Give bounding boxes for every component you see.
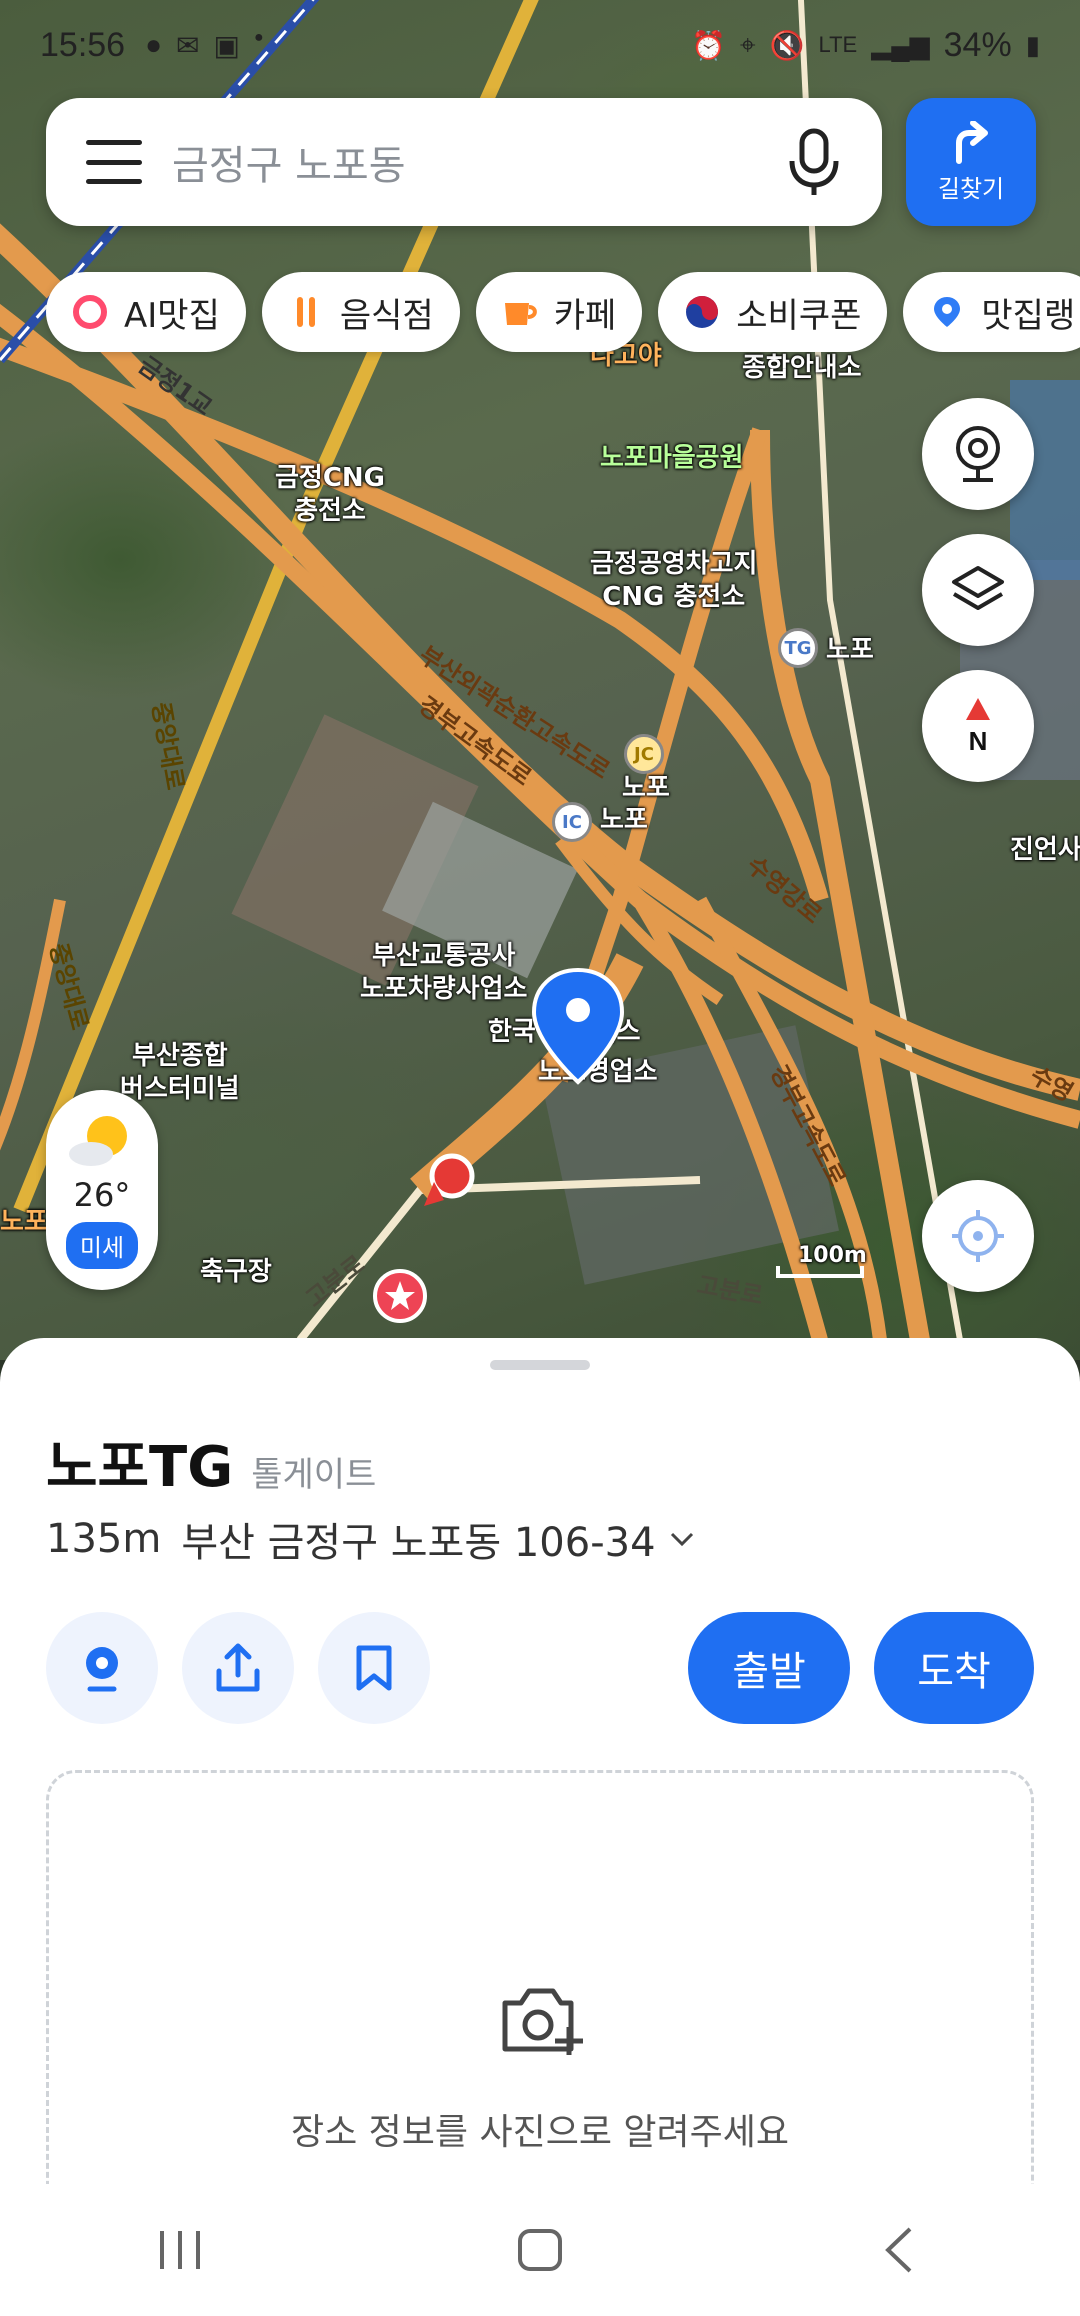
cup-icon	[500, 292, 540, 332]
map-label-nopo-left: 노포	[0, 1207, 48, 1237]
place-title: 노포TG 톨게이트	[46, 1422, 376, 1503]
map-label-info-center: 종합안내소	[742, 353, 862, 383]
place-address-row[interactable]: 135m 부산 금정구 노포동 106-34	[46, 1510, 696, 1568]
favorite-star-icon[interactable]	[372, 1268, 428, 1324]
mute-icon: 🔇	[769, 29, 805, 61]
weather-widget[interactable]: 26° 미세	[46, 1090, 158, 1290]
current-location-icon	[424, 1153, 475, 1206]
map-pin-icon	[927, 292, 967, 332]
back-icon[interactable]	[870, 2225, 930, 2275]
interchange-badge[interactable]: IC	[552, 802, 592, 842]
chip-ai-restaurant[interactable]: AI맛집	[46, 272, 246, 352]
status-bar: 15:56 ● ✉ ▣ ● ⏰ ⌖ 🔇 LTE ▂▄▆ 34% ▮	[0, 0, 1080, 90]
fine-dust-badge: 미세	[65, 1222, 139, 1269]
weather-temp: 26°	[73, 1176, 131, 1214]
toll-gate-badge[interactable]: TG	[778, 628, 818, 668]
sun-cloud-icon	[69, 1116, 127, 1166]
directions-button[interactable]: 길찾기	[906, 98, 1036, 226]
fork-spoon-icon	[286, 292, 326, 332]
sheet-drag-handle[interactable]	[490, 1360, 590, 1370]
chip-coupon[interactable]: 소비쿠폰	[658, 272, 888, 352]
chip-label: 소비쿠폰	[736, 295, 862, 336]
share-icon	[216, 1643, 260, 1692]
mail-icon: ✉	[176, 29, 200, 61]
cctv-icon	[956, 426, 1000, 482]
system-nav-bar	[0, 2184, 1080, 2316]
chip-label: 카페	[553, 295, 617, 336]
menu-icon[interactable]	[86, 140, 142, 184]
map-label-terminal: 부산종합 버스터미널	[120, 1041, 240, 1104]
status-time: 15:56	[40, 25, 126, 64]
chip-cafe[interactable]: 카페	[475, 272, 643, 352]
cctv-view-button[interactable]	[46, 1612, 158, 1724]
search-bar[interactable]: 금정구 노포동	[46, 98, 882, 226]
map-scale-label: 100m	[798, 1243, 867, 1268]
cctv-button[interactable]	[922, 398, 1034, 510]
chip-label: 음식점	[339, 295, 434, 336]
place-sheet: 노포TG 톨게이트 135m 부산 금정구 노포동 106-34 출발 도착 장…	[0, 1338, 1080, 2200]
map-label-busan-transit: 부산교통공사 노포차량사업소	[360, 941, 528, 1004]
directions-label: 길찾기	[937, 174, 1005, 203]
battery-text: 34%	[943, 25, 1012, 64]
layers-icon	[952, 566, 1004, 610]
cctv-icon	[86, 1647, 118, 1692]
chip-ranking[interactable]: 맛집랭	[903, 272, 1080, 352]
alarm-icon: ⏰	[690, 29, 726, 61]
compass-button[interactable]: N	[922, 670, 1034, 782]
crosshair-icon	[952, 1210, 1004, 1262]
chip-label: AI맛집	[124, 295, 220, 336]
map-label-tg: 노포	[826, 635, 874, 665]
microphone-icon[interactable]	[784, 127, 844, 197]
place-category: 톨게이트	[251, 1455, 377, 1495]
share-button[interactable]	[182, 1612, 294, 1724]
place-address: 부산 금정구 노포동 106-34	[181, 1520, 656, 1566]
chevron-down-icon	[670, 1532, 693, 1547]
lte-icon: LTE	[818, 32, 858, 57]
bookmark-icon	[356, 1645, 392, 1691]
map-label-ic: 노포	[600, 805, 648, 835]
recent-apps-icon[interactable]	[150, 2225, 210, 2275]
depart-button[interactable]: 출발	[688, 1612, 850, 1724]
battery-icon: ▮	[1025, 29, 1040, 60]
chip-label: 맛집랭	[981, 295, 1076, 336]
place-name: 노포TG	[46, 1435, 234, 1500]
home-icon[interactable]	[510, 2225, 570, 2275]
add-photo-message: 장소 정보를 사진으로 알려주세요	[290, 2112, 789, 2153]
gallery-icon: ▣	[213, 29, 240, 61]
turn-right-arrow-icon	[956, 120, 988, 164]
location-icon: ⌖	[739, 28, 756, 60]
selected-location-pin-icon[interactable]	[530, 966, 626, 1086]
save-bookmark-button[interactable]	[318, 1612, 430, 1724]
arrive-button[interactable]: 도착	[874, 1612, 1034, 1724]
map-label-jinyeon: 진언사	[1010, 835, 1080, 865]
search-input[interactable]: 금정구 노포동	[172, 133, 784, 191]
map-label-soccer: 축구장	[200, 1257, 272, 1287]
ai-ring-icon	[70, 292, 110, 332]
my-location-button[interactable]	[922, 1180, 1034, 1292]
talk-icon: ●	[145, 28, 163, 60]
place-distance: 135m	[46, 1516, 162, 1562]
map-label-jc: 노포	[622, 773, 670, 803]
compass-north-icon: N	[966, 698, 990, 756]
map-label-gongyoung: 금정공영차고지 CNG 충전소	[590, 549, 758, 612]
layers-button[interactable]	[922, 534, 1034, 646]
chip-restaurant[interactable]: 음식점	[261, 272, 460, 352]
taegeuk-icon	[682, 292, 722, 332]
map-label-park: 노포마을공원	[600, 443, 744, 473]
junction-badge[interactable]: JC	[624, 734, 664, 774]
add-photo-camera-icon	[502, 1988, 583, 2055]
map-label-cng: 금정CNG 충전소	[275, 463, 386, 526]
dot-icon: ●	[253, 28, 264, 46]
signal-icon: ▂▄▆	[871, 29, 930, 60]
svg-text:N: N	[969, 726, 988, 756]
add-photo-area[interactable]: 장소 정보를 사진으로 알려주세요	[46, 1770, 1034, 2200]
category-chips: AI맛집 음식점 카페 소비쿠폰 맛집랭	[46, 272, 1080, 352]
